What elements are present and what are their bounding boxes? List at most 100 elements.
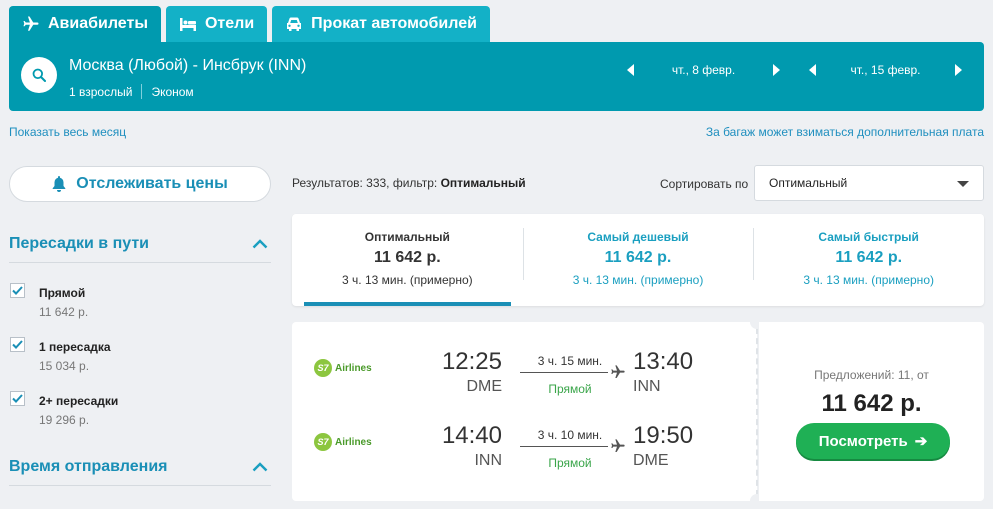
- divider: [9, 485, 271, 486]
- depart-next-arrow-icon[interactable]: [766, 60, 786, 80]
- return-date-nav: чт., 15 февр.: [803, 60, 968, 80]
- bell-icon: [52, 176, 66, 192]
- departure-time: 14:40: [441, 422, 502, 449]
- airline-name: Airlines: [335, 362, 372, 374]
- results-summary-filter: Оптимальный: [440, 176, 526, 190]
- search-summary-bar: Москва (Любой) - Инсбрук (INN) 1 взрослы…: [9, 42, 984, 111]
- stops-option-price: 15 034 р.: [39, 359, 90, 373]
- active-tab-indicator: [304, 302, 511, 306]
- baggage-fee-link[interactable]: За багаж может взиматься дополнительная …: [706, 125, 984, 139]
- departure-airport: DME: [466, 378, 502, 395]
- sort-tab-duration: 3 ч. 13 мин. (примерно): [803, 273, 934, 287]
- tab-flights[interactable]: Авиабилеты: [9, 6, 161, 42]
- stops-info: Прямой: [548, 382, 592, 396]
- divider: [9, 262, 271, 263]
- plane-icon: [22, 15, 40, 33]
- sort-tab-price: 11 642 р.: [835, 249, 903, 266]
- sort-tab-fastest[interactable]: Самый быстрый 11 642 р. 3 ч. 13 мин. (пр…: [753, 214, 984, 306]
- depart-prev-arrow-icon[interactable]: [621, 60, 641, 80]
- arrow-right-icon: ➔: [914, 433, 928, 450]
- return-prev-arrow-icon[interactable]: [803, 60, 823, 80]
- depart-date[interactable]: чт., 8 февр.: [641, 63, 766, 77]
- stops-filter-title[interactable]: Пересадки в пути: [9, 235, 149, 253]
- sort-select[interactable]: Оптимальный: [754, 165, 984, 201]
- checkmark-icon: [12, 286, 23, 295]
- checkmark-icon: [12, 340, 23, 349]
- departure-time: 12:25: [441, 348, 502, 375]
- stops-option-label: 2+ пересадки: [39, 394, 119, 408]
- checkmark-icon: [12, 394, 23, 403]
- ticket-price-panel: Предложений: 11, от 11 642 р. Посмотреть…: [759, 322, 984, 501]
- flight-duration: 3 ч. 15 мин.: [537, 354, 603, 368]
- sort-tab-duration: 3 ч. 13 мин. (примерно): [572, 273, 704, 287]
- stops-option-price: 19 296 р.: [39, 413, 90, 427]
- car-icon: [285, 15, 303, 33]
- chevron-up-icon[interactable]: [250, 460, 270, 474]
- sort-tab-title: Оптимальный: [364, 230, 450, 244]
- results-summary-prefix: Результатов: 333, фильтр:: [292, 176, 441, 190]
- checkbox-one-stop[interactable]: [10, 337, 25, 352]
- sort-label: Сортировать по: [660, 177, 749, 191]
- view-offer-button[interactable]: Посмотреть ➔: [796, 423, 950, 459]
- s7-logo-icon: S7: [314, 433, 332, 451]
- sort-tab-title: Самый дешевый: [587, 230, 689, 244]
- airline-logo: S7 Airlines: [314, 359, 372, 377]
- view-offer-label: Посмотреть: [818, 432, 908, 450]
- airline-logo: S7 Airlines: [314, 433, 372, 451]
- sort-tabs: Оптимальный 11 642 р. 3 ч. 13 мин. (прим…: [292, 214, 984, 306]
- search-meta: 1 взрослый Эконом: [69, 84, 194, 99]
- route-title[interactable]: Москва (Любой) - Инсбрук (INN): [69, 57, 306, 75]
- airline-name: Airlines: [335, 436, 372, 448]
- cabin-class[interactable]: Эконом: [151, 85, 193, 99]
- stops-option-label: Прямой: [39, 286, 86, 300]
- route-line: [520, 372, 608, 373]
- flight-segment-outbound: S7 Airlines 12:25 DME 3 ч. 15 мин. Прямо…: [292, 348, 757, 408]
- ticket-card[interactable]: S7 Airlines 12:25 DME 3 ч. 15 мин. Прямо…: [292, 315, 984, 508]
- results-summary: Результатов: 333, фильтр: Оптимальный: [292, 176, 526, 190]
- tab-hotels-label: Отели: [204, 15, 255, 32]
- bed-icon: [179, 15, 197, 33]
- return-date[interactable]: чт., 15 февр.: [823, 63, 948, 77]
- flight-segment-return: S7 Airlines 14:40 INN 3 ч. 10 мин. Прямо…: [292, 422, 757, 482]
- sort-select-value: Оптимальный: [769, 176, 848, 190]
- sort-tab-price: 11 642 р.: [604, 249, 672, 266]
- track-prices-button[interactable]: Отслеживать цены: [9, 166, 271, 202]
- return-next-arrow-icon[interactable]: [948, 60, 968, 80]
- arrival-time: 19:50: [633, 422, 694, 449]
- sort-tab-price: 11 642 р.: [373, 249, 441, 266]
- departure-time-filter-title[interactable]: Время отправления: [9, 458, 168, 476]
- track-prices-label: Отслеживать цены: [76, 175, 228, 192]
- flight-duration: 3 ч. 10 мин.: [537, 428, 603, 442]
- stops-option-price: 11 642 р.: [39, 305, 89, 319]
- ticket-price: 11 642 р.: [821, 390, 922, 417]
- tab-car-rental-label: Прокат автомобилей: [311, 15, 477, 32]
- sort-tab-duration: 3 ч. 13 мин. (примерно): [342, 273, 473, 287]
- tab-hotels[interactable]: Отели: [165, 6, 268, 42]
- show-whole-month-link[interactable]: Показать весь месяц: [9, 125, 126, 139]
- arrival-airport: INN: [633, 378, 661, 395]
- s7-logo-icon: S7: [314, 359, 332, 377]
- checkbox-direct[interactable]: [10, 283, 25, 298]
- route-line: [520, 446, 608, 447]
- checkbox-two-plus[interactable]: [10, 391, 25, 406]
- sort-tab-optimal[interactable]: Оптимальный 11 642 р. 3 ч. 13 мин. (прим…: [292, 214, 523, 306]
- arrival-airport: DME: [633, 452, 669, 469]
- arrival-time: 13:40: [633, 348, 694, 375]
- search-icon: [32, 68, 46, 82]
- product-tabs: Авиабилеты Отели Прокат автомобилей: [9, 6, 495, 42]
- tab-flights-label: Авиабилеты: [48, 15, 148, 32]
- stops-info: Прямой: [548, 456, 592, 470]
- tab-car-rental[interactable]: Прокат автомобилей: [272, 6, 490, 42]
- offers-count: Предложений: 11, от: [814, 368, 929, 382]
- sort-tab-cheapest[interactable]: Самый дешевый 11 642 р. 3 ч. 13 мин. (пр…: [522, 214, 754, 306]
- passengers-count[interactable]: 1 взрослый: [69, 85, 132, 99]
- meta-divider: [141, 84, 143, 99]
- depart-date-nav: чт., 8 февр.: [621, 60, 786, 80]
- search-button[interactable]: [21, 57, 57, 93]
- ticket-itinerary: S7 Airlines 12:25 DME 3 ч. 15 мин. Прямо…: [292, 322, 757, 501]
- caret-down-icon: [957, 181, 969, 187]
- ticket-perforation: [756, 328, 758, 496]
- sort-tab-title: Самый быстрый: [818, 230, 919, 244]
- chevron-up-icon[interactable]: [250, 237, 270, 251]
- stops-option-label: 1 пересадка: [39, 340, 111, 354]
